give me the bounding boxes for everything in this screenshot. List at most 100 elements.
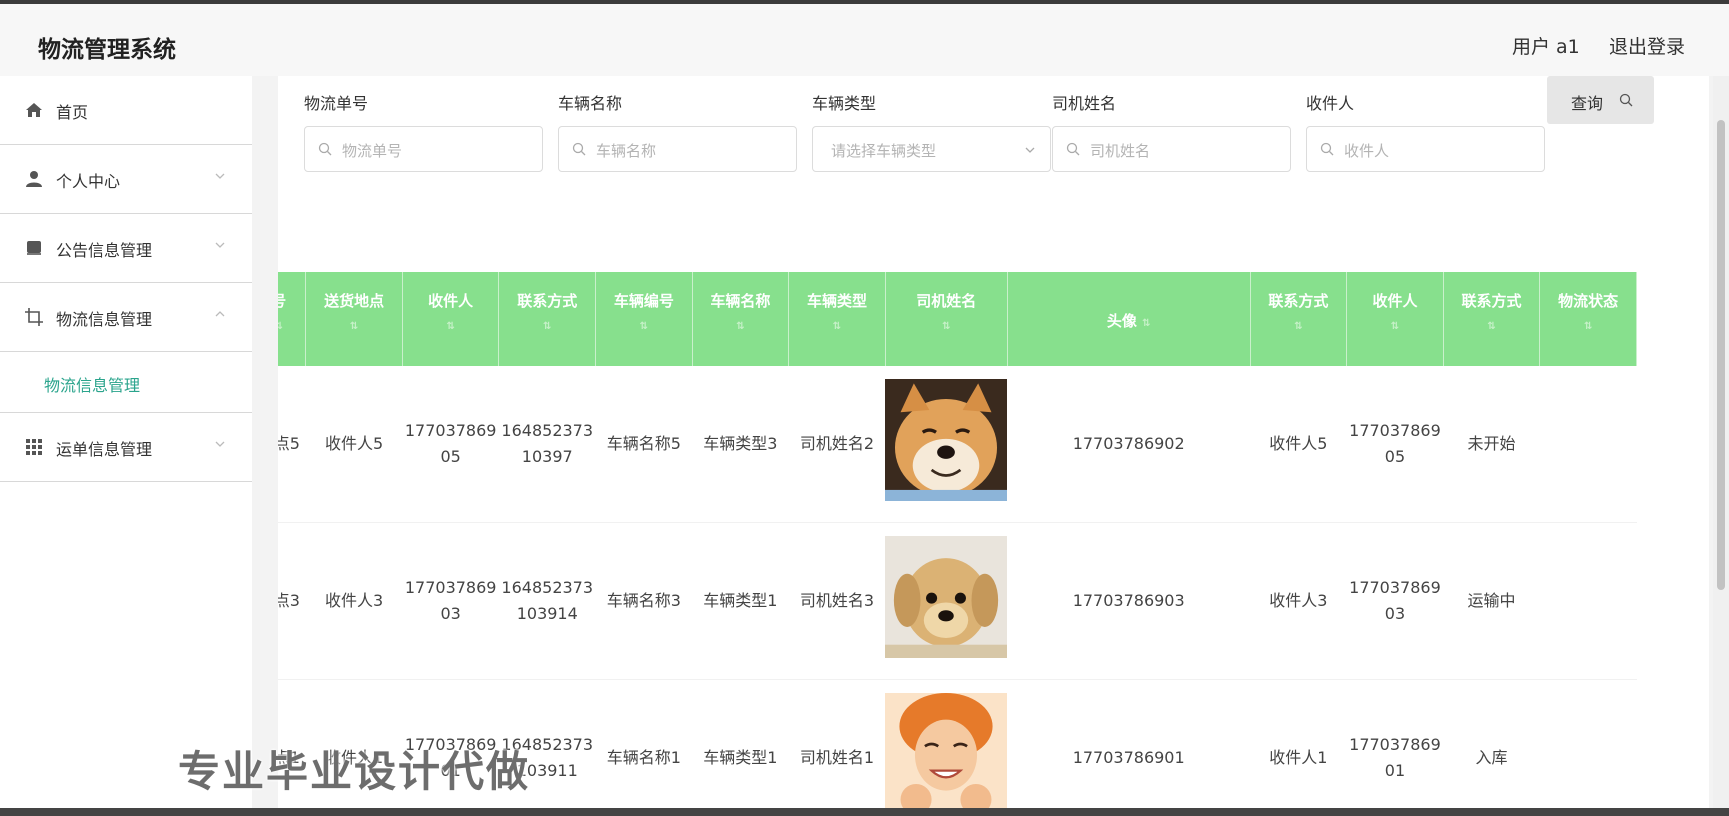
table-cell: 17703786905 [1346,366,1444,523]
grid-icon [26,439,42,455]
table-cell: 17703786903 [1007,522,1251,680]
home-icon [26,103,42,117]
app-title: 物流管理系统 [38,37,176,63]
column-header[interactable]: 车辆编号 ⇅ [595,272,693,366]
notice-icon [27,241,41,255]
field-label: 车辆类型 [812,94,877,113]
sidebar-item-label: 个人中心 [56,172,121,191]
data-grid: 号 ⇅ 送货地点 ⇅ 收件人 ⇅ 联系方式 ⇅ 车辆编号 ⇅ 车辆名称 ⇅ 车辆类型 ⇅ 司机… [278,272,1637,816]
sidebar-submenu: 物流信息管理 [0,352,252,413]
sidebar-item-label: 运单信息管理 [56,440,153,459]
status-cell: 入库 [1443,679,1540,816]
table-cell [1539,679,1637,816]
status-cell: 未开始 [1443,366,1540,523]
vehicle-name-input[interactable]: 车辆名称 [558,126,797,172]
sidebar-item-home[interactable]: 首页 [0,76,252,145]
table-cell: 17703786905 [402,366,499,523]
photo-cell [885,679,1008,816]
sidebar-item-label: 首页 [56,103,89,122]
table-cell: 地点5 [278,366,306,523]
main-content: 物流单号 物流单号 车辆名称 车辆名称 车辆类型 请选择车辆类型 司机姓名 司机… [278,76,1709,816]
top-header: 物流管理系统 用户 a1 退出登录 [0,4,1729,76]
input-placeholder: 物流单号 [342,142,403,160]
search-icon [1619,93,1633,107]
column-header[interactable]: 联系方式 ⇅ [498,272,597,366]
table-row[interactable]: 地点5 收件人5 17703786905 16485237310397 车辆名称… [278,366,1637,523]
column-header[interactable]: 联系方式 ⇅ [1443,272,1541,366]
column-header[interactable]: 联系方式 ⇅ [1250,272,1348,366]
chevron-down-icon [215,173,225,179]
column-header[interactable]: 车辆类型 ⇅ [788,272,886,366]
sidebar-item-logistics-management[interactable]: 物流信息管理 [0,283,252,352]
logistics-table: 号 ⇅ 送货地点 ⇅ 收件人 ⇅ 联系方式 ⇅ 车辆编号 ⇅ 车辆名称 ⇅ 车辆类型 ⇅ 司机… [278,272,1663,816]
sidebar-item-waybill-management[interactable]: 运单信息管理 [0,413,252,482]
search-icon [1320,142,1334,156]
chevron-down-icon [1025,147,1035,153]
column-header[interactable]: 收件人 ⇅ [1346,272,1444,366]
query-button[interactable]: 查询 [1547,76,1654,124]
photo-cell [885,522,1008,680]
logout-link[interactable]: 退出登录 [1609,32,1685,59]
column-header[interactable]: 司机姓名 ⇅ [885,272,1008,366]
sidebar-item-notice-management[interactable]: 公告信息管理 [0,214,252,283]
table-cell: 地点3 [278,522,306,680]
search-icon [1066,142,1080,156]
select-placeholder: 请选择车辆类型 [831,142,937,160]
table-cell [1539,522,1637,680]
table-cell: 收件人5 [305,366,403,523]
table-header-row: 号 ⇅ 送货地点 ⇅ 收件人 ⇅ 联系方式 ⇅ 车辆编号 ⇅ 车辆名称 ⇅ 车辆类型 ⇅ 司机… [278,272,1637,366]
sidebar-item-label: 公告信息管理 [56,241,153,260]
current-user: 用户 a1 [1512,36,1580,58]
column-header[interactable]: 物流状态 ⇅ [1539,272,1637,366]
table-cell: 17703786903 [1346,522,1444,680]
column-header[interactable]: 收件人 ⇅ [402,272,500,366]
input-placeholder: 收件人 [1344,142,1390,160]
table-cell: 车辆类型1 [692,522,789,680]
vehicle-type-select[interactable]: 请选择车辆类型 [812,126,1051,172]
table-cell [1539,366,1637,523]
video-bottom-bar [0,808,1729,816]
recipient-input[interactable]: 收件人 [1306,126,1545,172]
table-cell: 17703786901 [1346,679,1444,816]
tracking-number-input[interactable]: 物流单号 [304,126,543,172]
table-cell: 车辆名称1 [595,679,693,816]
query-button-label: 查询 [1571,94,1604,113]
table-cell: 164852373103914 [498,522,596,680]
sidebar: 首页 个人中心 公告信息管理 物流信息管理 物流信息管理 运单信息管理 [0,76,252,816]
column-header-photo[interactable]: 头像 ⇅ [1007,272,1251,366]
sidebar-item-label: 物流信息管理 [56,310,153,329]
field-label: 收件人 [1306,94,1355,113]
field-label: 司机姓名 [1052,94,1117,113]
chevron-up-icon [215,311,225,317]
field-label: 物流单号 [304,94,369,113]
field-label: 车辆名称 [558,94,623,113]
search-icon [572,142,586,156]
crop-icon [25,308,43,326]
scrollbar-thumb[interactable] [1717,120,1725,590]
table-cell: 17703786902 [1007,366,1251,523]
table-cell: 司机姓名1 [788,679,886,816]
input-placeholder: 司机姓名 [1090,142,1151,160]
table-cell: 车辆名称3 [595,522,693,680]
table-cell: 17703786903 [402,522,499,680]
column-header[interactable]: 号 ⇅ [278,272,307,366]
search-icon [318,142,332,156]
sidebar-item-personal-center[interactable]: 个人中心 [0,145,252,214]
chevron-down-icon [215,441,225,447]
column-header[interactable]: 送货地点 ⇅ [305,272,403,366]
table-row[interactable]: 地点3 收件人3 17703786903 164852373103914 车辆名… [278,522,1637,680]
table-cell: 车辆名称5 [595,366,693,523]
table-cell: 17703786901 [1007,679,1251,816]
puppy-photo [885,536,1008,658]
table-cell: 收件人5 [1250,366,1347,523]
smiling-woman-photo [885,693,1008,815]
column-header[interactable]: 车辆名称 ⇅ [692,272,790,366]
table-cell: 车辆类型3 [692,366,789,523]
table-cell: 收件人1 [1250,679,1347,816]
table-cell: 车辆类型1 [692,679,789,816]
photo-cell [885,366,1008,523]
status-cell: 运输中 [1443,522,1540,680]
sidebar-subitem-logistics-management[interactable]: 物流信息管理 [44,372,140,396]
watermark-overlay: 专业毕业设计代做 [178,747,531,796]
driver-name-input[interactable]: 司机姓名 [1052,126,1291,172]
